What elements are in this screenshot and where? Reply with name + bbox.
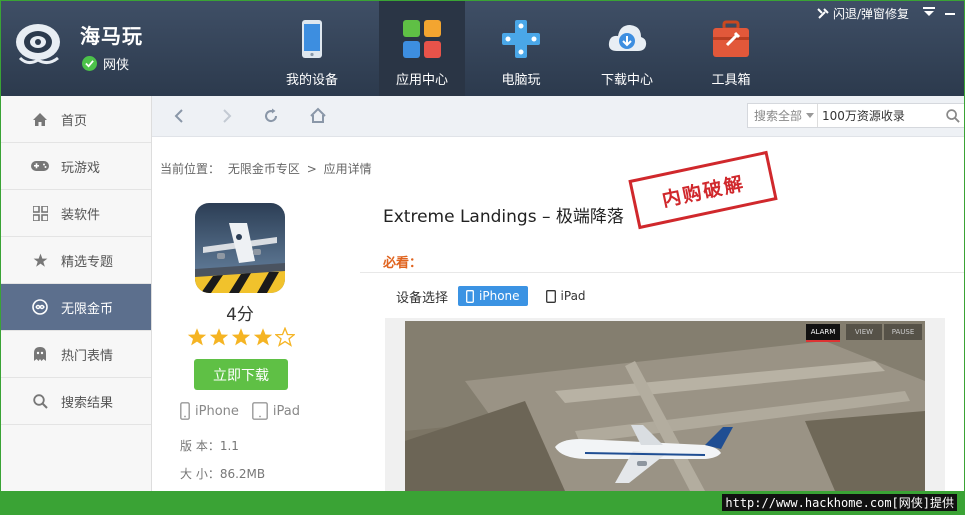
app-icon: [195, 203, 285, 293]
app-size: 大 小：86.2MB: [180, 467, 266, 481]
star-filled-icon: [253, 328, 273, 346]
star-filled-icon: [187, 328, 207, 346]
refresh-icon[interactable]: [261, 106, 281, 126]
app-screenshot[interactable]: [405, 321, 925, 491]
nav-my-device[interactable]: 我的设备: [269, 0, 355, 96]
nav-app-center[interactable]: 应用中心: [379, 0, 465, 96]
sidebar-item-label: 热门表情: [61, 348, 114, 364]
sidebar-item-unlimited-coins[interactable]: 无限金币: [0, 284, 151, 331]
divider: [360, 272, 965, 273]
sidebar-item-label: 玩游戏: [61, 160, 101, 176]
ghost-icon: [31, 345, 49, 363]
app-title: Extreme Landings – 极端降落: [383, 207, 624, 227]
star-filled-icon: [209, 328, 229, 346]
iap-cracked-stamp: 内购破解: [628, 150, 778, 230]
brand-name: 海马玩: [80, 24, 143, 48]
nav-label: 工具箱: [711, 73, 751, 88]
grid-icon: [31, 204, 49, 222]
device-option-label: iPad: [560, 289, 586, 303]
crash-repair-link[interactable]: 闪退/弹窗修复: [817, 5, 909, 22]
iphone-icon: [466, 289, 474, 303]
top-header: 海马玩 网侠 我的设备 应用中心 电脑玩 下载中心 工具箱 闪退/弹窗修复: [0, 0, 965, 96]
sidebar: 首页 玩游戏 装软件 精选专题 无限金币 热门表情 搜索结果: [0, 96, 152, 491]
browser-toolbar: 搜索全部: [152, 96, 965, 137]
supported-devices: iPhone iPad: [180, 402, 300, 420]
iphone-icon: [180, 402, 190, 420]
device-selector: 设备选择 iPhone iPad: [396, 286, 594, 306]
back-icon[interactable]: [170, 106, 190, 126]
download-button[interactable]: 立即下载: [194, 359, 288, 390]
sidebar-item-software[interactable]: 装软件: [0, 190, 151, 237]
app-version: 版 本：1.1: [180, 439, 239, 453]
bottom-bar: http://www.hackhome.com[网侠]提供: [0, 491, 965, 515]
device-iphone-label: iPhone: [195, 403, 239, 419]
cloud-download-icon: [608, 25, 647, 51]
dropdown-menu-icon[interactable]: [923, 7, 935, 17]
device-option-iphone[interactable]: iPhone: [458, 286, 528, 306]
sidebar-item-label: 无限金币: [61, 301, 114, 317]
check-icon: [82, 56, 97, 71]
breadcrumb-section-link[interactable]: 无限金币专区: [228, 162, 300, 176]
coin-icon: [31, 298, 49, 316]
rating-stars: [187, 327, 295, 347]
breadcrumb-current: 应用详情: [323, 162, 372, 176]
sidebar-item-label: 首页: [61, 113, 88, 129]
minimize-icon[interactable]: [945, 13, 955, 15]
breadcrumb: 当前位置： 无限金币专区 > 应用详情: [160, 160, 372, 177]
nav-label: 我的设备: [285, 73, 338, 88]
home-icon[interactable]: [308, 106, 328, 126]
chevron-down-icon: [806, 113, 815, 118]
account-label: 网侠: [103, 58, 130, 73]
crash-repair-label: 闪退/弹窗修复: [832, 7, 909, 21]
search-box: 搜索全部: [747, 103, 965, 128]
toolbox-icon: [713, 20, 749, 57]
nav-label: 电脑玩: [501, 73, 541, 88]
view-button[interactable]: VIEW: [846, 324, 882, 340]
gamepad-icon: [31, 157, 49, 175]
sidebar-item-emoji[interactable]: 热门表情: [0, 331, 151, 378]
account-status[interactable]: 网侠: [82, 54, 129, 73]
nav-label: 应用中心: [395, 73, 448, 88]
nav-label: 下载中心: [600, 73, 653, 88]
watermark-text: http://www.hackhome.com[网侠]提供: [722, 494, 957, 511]
nav-toolbox[interactable]: 工具箱: [688, 0, 774, 96]
app-grid-icon: [403, 20, 441, 58]
wrench-icon: [817, 7, 829, 19]
must-see-label: 必看：: [383, 256, 423, 271]
nav-pc-play[interactable]: 电脑玩: [478, 0, 564, 96]
sidebar-item-label: 搜索结果: [61, 395, 114, 411]
forward-icon[interactable]: [216, 106, 236, 126]
search-scope-label: 搜索全部: [754, 109, 803, 123]
device-ipad-label: iPad: [272, 403, 300, 419]
sidebar-item-featured[interactable]: 精选专题: [0, 237, 151, 284]
sidebar-item-search-results[interactable]: 搜索结果: [0, 378, 151, 425]
sidebar-item-home[interactable]: 首页: [0, 96, 151, 143]
hippo-logo-icon: [16, 24, 60, 65]
sidebar-item-label: 精选专题: [61, 254, 114, 270]
star-filled-icon: [231, 328, 251, 346]
device-select-label: 设备选择: [396, 290, 449, 306]
ipad-icon: [251, 402, 268, 420]
home-icon: [31, 110, 49, 128]
search-input[interactable]: [818, 107, 964, 124]
breadcrumb-separator: >: [306, 162, 317, 176]
device-option-ipad[interactable]: iPad: [538, 286, 594, 306]
ipad-icon: [545, 289, 556, 303]
breadcrumb-prefix: 当前位置：: [160, 162, 221, 176]
search-icon: [31, 392, 49, 410]
sidebar-item-label: 装软件: [61, 207, 101, 223]
nav-download-center[interactable]: 下载中心: [584, 0, 670, 96]
device-option-label: iPhone: [479, 289, 520, 303]
star-empty-icon: [275, 327, 295, 347]
sidebar-item-games[interactable]: 玩游戏: [0, 143, 151, 190]
search-icon[interactable]: [946, 109, 960, 123]
search-scope-select[interactable]: 搜索全部: [748, 104, 818, 127]
star-icon: [31, 251, 49, 269]
gamepad-icon: [502, 20, 540, 58]
phone-icon: [302, 20, 322, 58]
pause-button[interactable]: PAUSE: [884, 324, 922, 340]
app-score: 4分: [226, 305, 254, 325]
alarm-button[interactable]: ALARM: [806, 324, 840, 342]
